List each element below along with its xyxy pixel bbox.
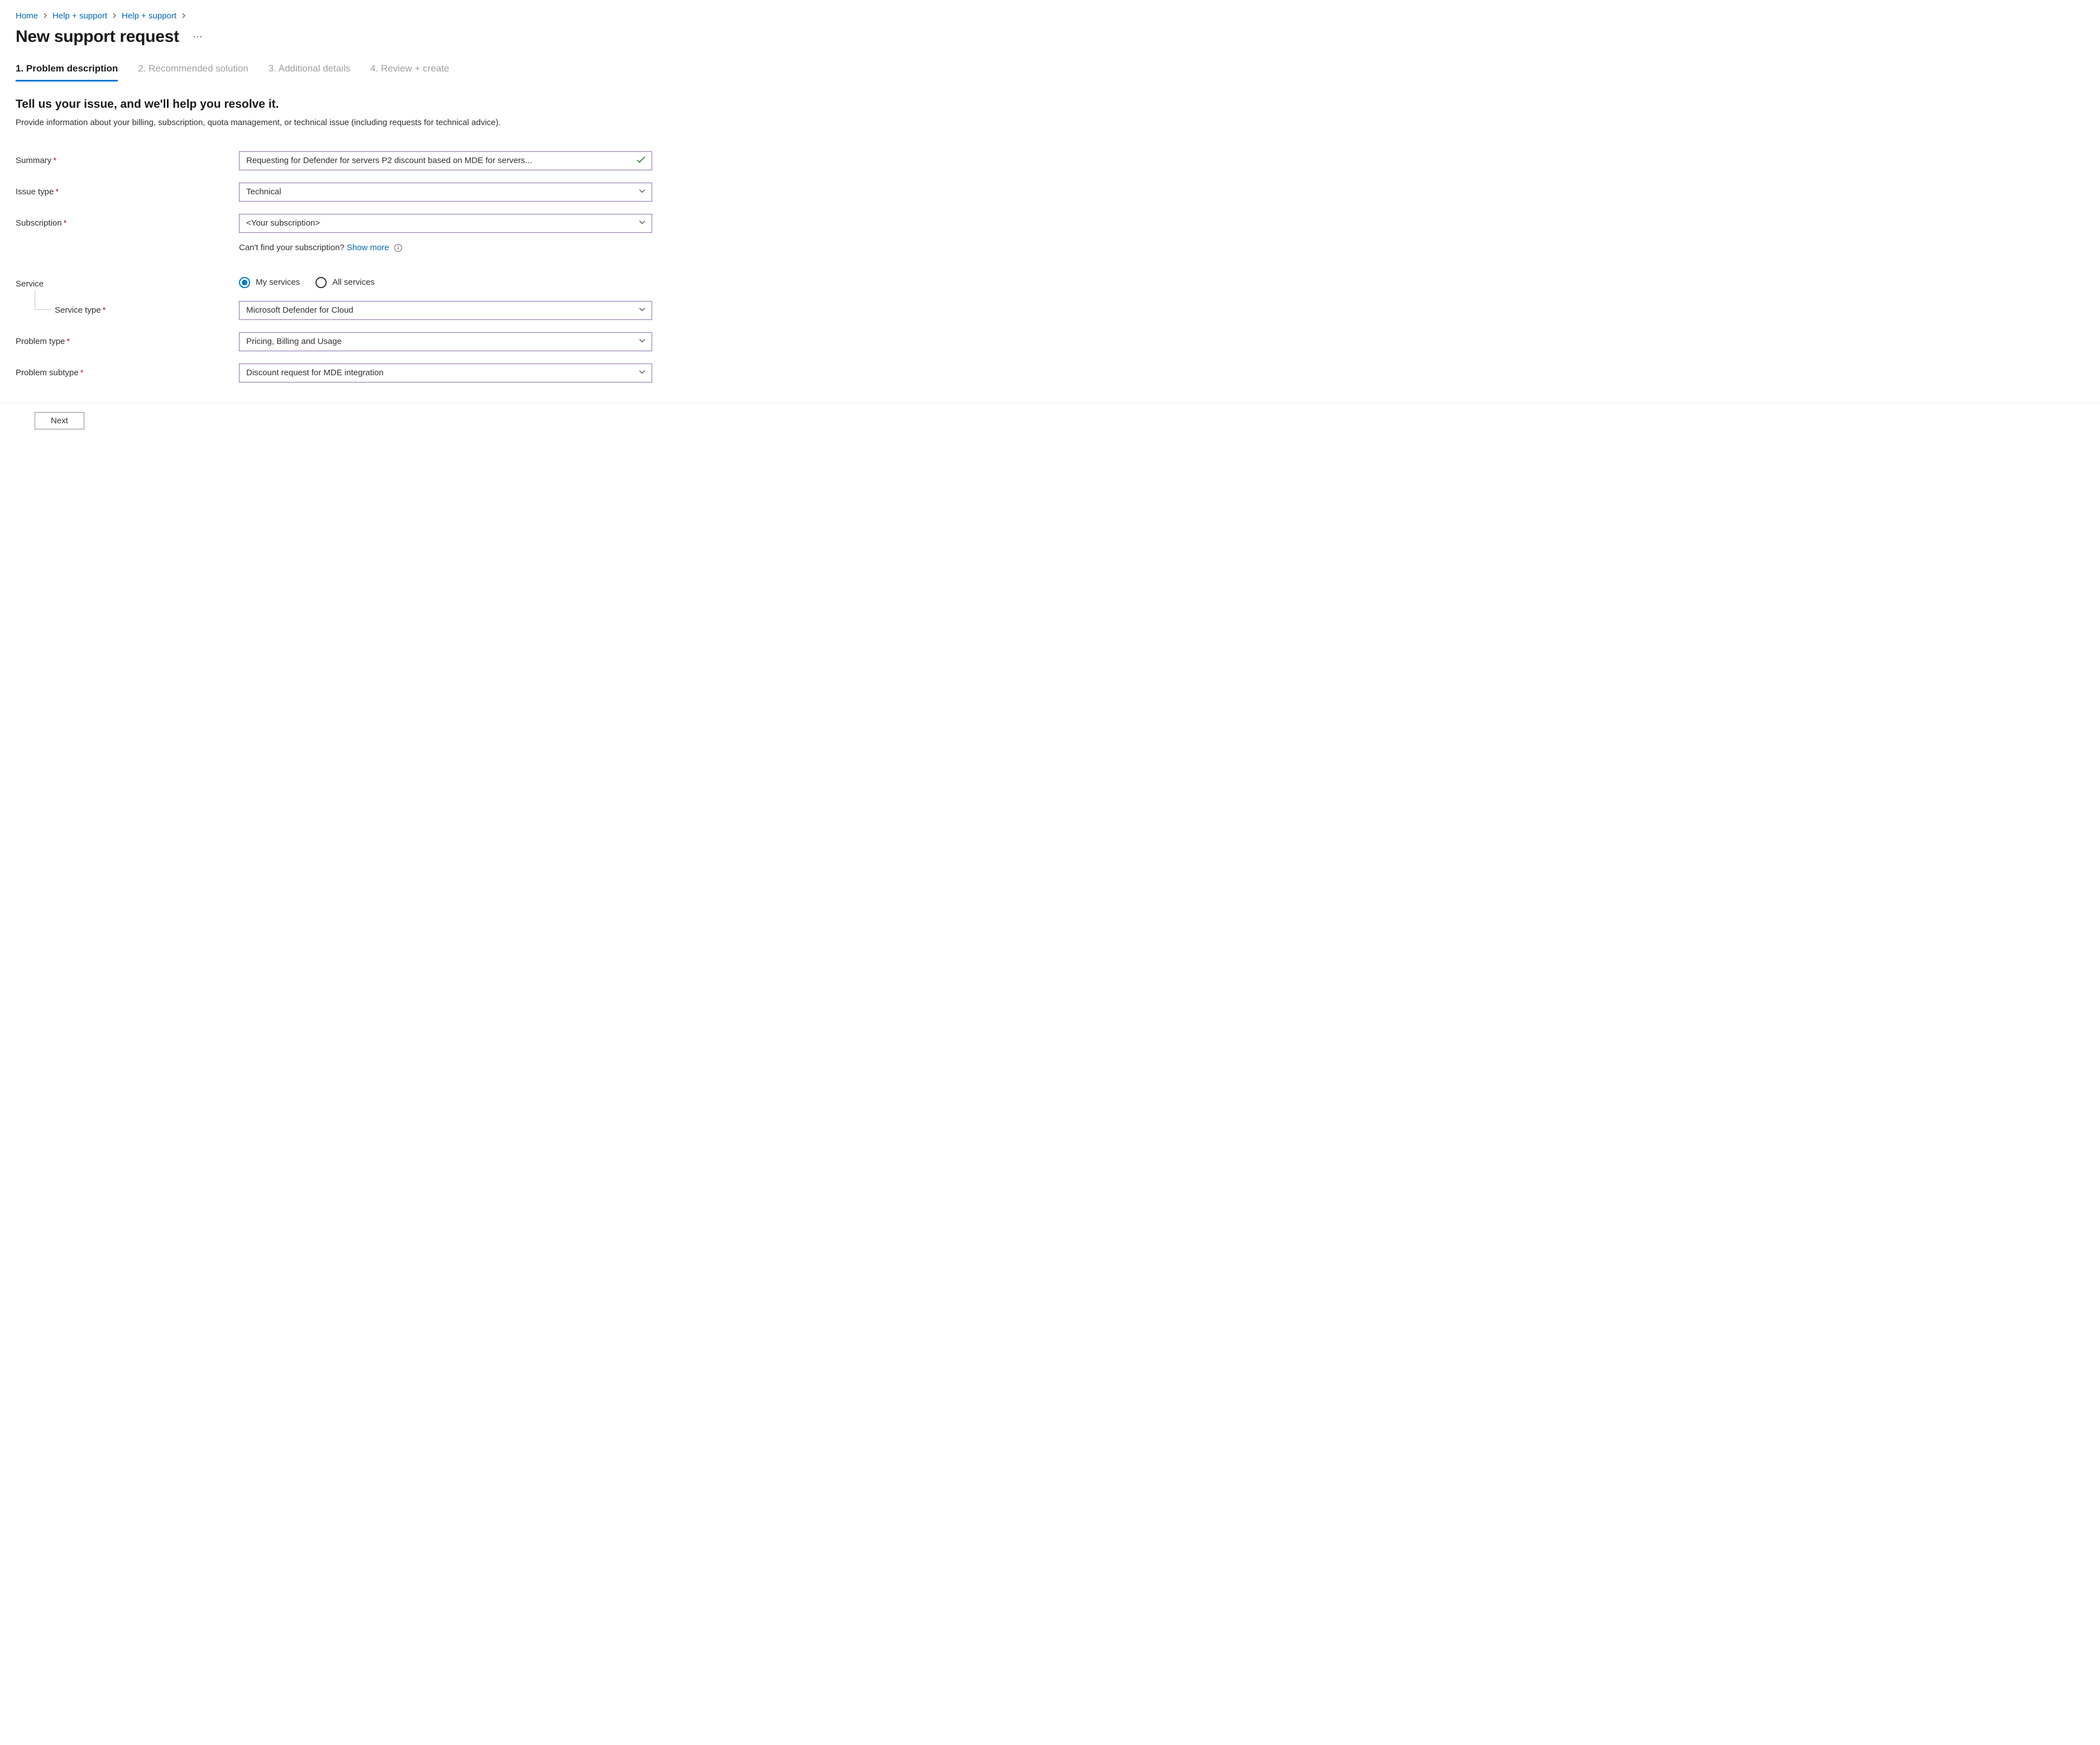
form-row-problem-subtype: Problem subtype* Discount request for MD… xyxy=(16,364,2084,383)
form-row-summary: Summary* Requesting for Defender for ser… xyxy=(16,151,2084,170)
breadcrumb-link-help-2[interactable]: Help + support xyxy=(122,11,176,21)
section-description: Provide information about your billing, … xyxy=(16,117,630,129)
breadcrumb: Home Help + support Help + support xyxy=(16,11,2084,21)
form-row-subscription-help: Can't find your subscription? Show more xyxy=(16,245,2084,265)
tree-connector-icon xyxy=(35,290,51,310)
tab-problem-description[interactable]: 1. Problem description xyxy=(16,60,118,82)
more-actions-button[interactable]: ⋯ xyxy=(189,29,207,45)
chevron-down-icon xyxy=(638,187,646,197)
problem-type-label: Problem type* xyxy=(16,332,239,346)
radio-icon xyxy=(239,277,250,288)
tab-review-create[interactable]: 4. Review + create xyxy=(370,60,449,82)
subscription-select[interactable]: <Your subscription> xyxy=(239,214,652,233)
radio-icon xyxy=(315,277,327,288)
problem-type-select[interactable]: Pricing, Billing and Usage xyxy=(239,332,652,351)
tab-additional-details[interactable]: 3. Additional details xyxy=(269,60,351,82)
summary-label: Summary* xyxy=(16,151,239,165)
show-more-link[interactable]: Show more xyxy=(347,243,389,252)
problem-subtype-label: Problem subtype* xyxy=(16,364,239,377)
wizard-footer: Next xyxy=(0,403,2100,438)
form-row-problem-type: Problem type* Pricing, Billing and Usage xyxy=(16,332,2084,351)
form-row-issue-type: Issue type* Technical xyxy=(16,183,2084,202)
chevron-right-icon xyxy=(181,12,186,20)
form-row-subscription: Subscription* <Your subscription> xyxy=(16,214,2084,233)
wizard-tabs: 1. Problem description 2. Recommended so… xyxy=(16,60,2084,82)
service-label: Service xyxy=(16,275,239,289)
chevron-down-icon xyxy=(638,218,646,228)
page-title: New support request xyxy=(16,27,179,46)
chevron-right-icon xyxy=(42,12,48,20)
radio-my-services[interactable]: My services xyxy=(239,277,300,288)
issue-type-select[interactable]: Technical xyxy=(239,183,652,202)
breadcrumb-link-help-1[interactable]: Help + support xyxy=(52,11,107,21)
subscription-help-text: Can't find your subscription? Show more xyxy=(239,243,652,252)
info-icon[interactable] xyxy=(394,243,403,252)
summary-input[interactable]: Requesting for Defender for servers P2 d… xyxy=(239,151,652,170)
service-type-select[interactable]: Microsoft Defender for Cloud xyxy=(239,301,652,320)
chevron-right-icon xyxy=(112,12,117,20)
problem-subtype-select[interactable]: Discount request for MDE integration xyxy=(239,364,652,383)
chevron-down-icon xyxy=(638,337,646,347)
next-button[interactable]: Next xyxy=(35,412,84,429)
section-heading: Tell us your issue, and we'll help you r… xyxy=(16,98,2084,111)
issue-type-label: Issue type* xyxy=(16,183,239,197)
breadcrumb-link-home[interactable]: Home xyxy=(16,11,38,21)
page-title-row: New support request ⋯ xyxy=(16,27,2084,46)
tab-recommended-solution[interactable]: 2. Recommended solution xyxy=(138,60,248,82)
check-icon xyxy=(636,155,646,167)
service-radio-group: My services All services xyxy=(239,275,652,288)
chevron-down-icon xyxy=(638,305,646,315)
chevron-down-icon xyxy=(638,368,646,378)
subscription-label: Subscription* xyxy=(16,214,239,228)
form-row-service: Service My services All services xyxy=(16,275,2084,289)
service-type-label: Service type* xyxy=(16,301,239,315)
form-row-service-type: Service type* Microsoft Defender for Clo… xyxy=(16,301,2084,320)
radio-all-services[interactable]: All services xyxy=(315,277,375,288)
